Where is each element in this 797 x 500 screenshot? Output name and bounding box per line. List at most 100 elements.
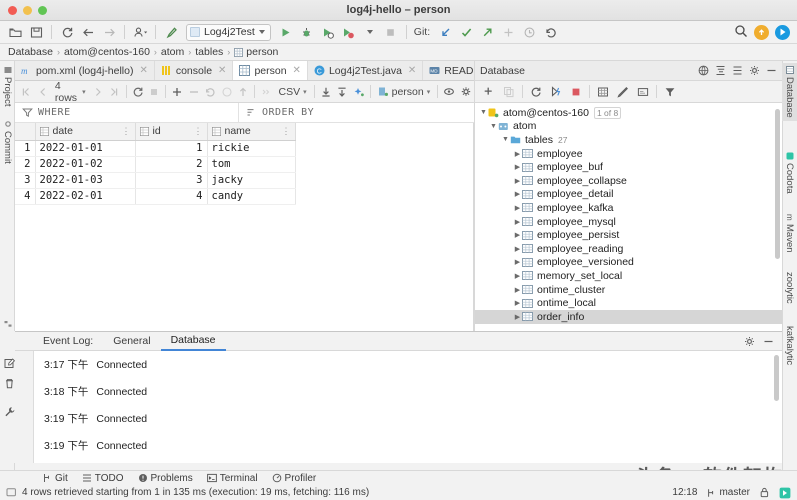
- tree-node-table[interactable]: ▶ employee_mysql: [475, 215, 782, 229]
- chevron-right-icon[interactable]: ▶: [513, 286, 522, 294]
- cell-id[interactable]: 2: [135, 156, 208, 173]
- cell-id[interactable]: 1: [135, 140, 208, 157]
- chevron-right-icon[interactable]: ▶: [513, 231, 522, 239]
- close-icon[interactable]: ✕: [218, 65, 226, 76]
- close-icon[interactable]: ✕: [408, 65, 416, 76]
- chevron-right-icon[interactable]: ▶: [513, 258, 522, 266]
- minus-icon[interactable]: [186, 83, 202, 101]
- run-query-icon[interactable]: [546, 83, 566, 101]
- tree-node-table[interactable]: ▶ employee_reading: [475, 242, 782, 256]
- tree-scrollbar[interactable]: [775, 109, 780, 259]
- eye-icon[interactable]: [441, 83, 457, 101]
- minimize-icon[interactable]: [763, 336, 774, 347]
- clock-icon[interactable]: [519, 23, 539, 42]
- editor-tab-log4j2test-java[interactable]: C Log4j2Test.java ✕: [308, 61, 424, 80]
- run-dropdown-caret[interactable]: [360, 23, 380, 42]
- first-page-icon[interactable]: [18, 83, 34, 101]
- breadcrumb-item-4[interactable]: person: [234, 46, 278, 58]
- hammer-icon[interactable]: [161, 23, 181, 42]
- cell-id[interactable]: 4: [135, 188, 208, 205]
- table-row[interactable]: 2 2022-01-02 2 tom: [15, 156, 296, 173]
- right-tab-kafkalytic[interactable]: kafkalytic: [782, 323, 797, 368]
- log-tab-general[interactable]: General: [103, 332, 160, 351]
- play-icon[interactable]: [276, 23, 296, 42]
- column-menu-icon[interactable]: ⋮: [194, 126, 203, 137]
- sparkle-icon[interactable]: [498, 23, 518, 42]
- last-page-icon[interactable]: [106, 83, 122, 101]
- cell-date[interactable]: 2022-01-03: [35, 172, 136, 189]
- gear-icon[interactable]: [458, 83, 474, 101]
- gear-icon[interactable]: [744, 336, 755, 347]
- submit-icon[interactable]: [218, 83, 234, 101]
- schema-selector[interactable]: person ▾: [374, 86, 435, 98]
- tree-node-tables-folder[interactable]: ▼ tables 27: [475, 133, 782, 147]
- editor-tab-person[interactable]: person ✕: [233, 61, 308, 80]
- run-configuration-selector[interactable]: Log4j2Test: [186, 23, 271, 41]
- filter-icon[interactable]: [660, 83, 680, 101]
- arrow-down-left-icon[interactable]: [435, 23, 455, 42]
- copy-icon[interactable]: [499, 83, 519, 101]
- right-tab-database[interactable]: Database: [782, 63, 797, 121]
- bug-icon[interactable]: [297, 23, 317, 42]
- chevron-down-icon[interactable]: ▼: [479, 109, 488, 116]
- search-icon[interactable]: [734, 24, 748, 41]
- bottom-tab-terminal[interactable]: Terminal: [206, 473, 258, 484]
- chevron-right-icon[interactable]: ▶: [513, 272, 522, 280]
- chevron-right-icon[interactable]: ▶: [513, 204, 522, 212]
- chevron-right-icon[interactable]: ▶: [513, 163, 522, 171]
- prev-page-icon[interactable]: [34, 83, 50, 101]
- tree-node-table[interactable]: ▶ ontime_cluster: [475, 283, 782, 297]
- coverage-icon[interactable]: [318, 23, 338, 42]
- console-icon[interactable]: [633, 83, 653, 101]
- gear-icon[interactable]: [749, 65, 760, 76]
- row-count-selector[interactable]: 4 rows ▾: [51, 80, 90, 104]
- sidebar-item-commit[interactable]: Commit: [0, 117, 15, 167]
- plus-icon[interactable]: [169, 83, 185, 101]
- column-header-id[interactable]: id ⋮: [135, 123, 208, 141]
- cell-name[interactable]: rickie: [207, 140, 296, 157]
- reload-icon[interactable]: [129, 83, 145, 101]
- ai-sparkle-icon[interactable]: [350, 83, 366, 101]
- close-icon[interactable]: ✕: [139, 65, 147, 76]
- column-menu-icon[interactable]: ⋮: [282, 126, 291, 137]
- undo-icon[interactable]: [540, 23, 560, 42]
- status-branch[interactable]: master: [706, 487, 750, 498]
- chevron-right-icon[interactable]: ▶: [513, 177, 522, 185]
- cell-date[interactable]: 2022-01-01: [35, 140, 136, 157]
- cell-id[interactable]: 3: [135, 172, 208, 189]
- tree-node-table[interactable]: ▶ employee: [475, 147, 782, 161]
- column-header-name[interactable]: name ⋮: [207, 123, 296, 141]
- profiler-icon[interactable]: [339, 23, 359, 42]
- table-row[interactable]: 4 2022-02-01 4 candy: [15, 188, 296, 205]
- breadcrumb-item-0[interactable]: Database: [8, 46, 53, 58]
- chevron-down-icon[interactable]: ▼: [501, 136, 510, 143]
- folder-icon[interactable]: [5, 23, 25, 42]
- order-by-filter[interactable]: ORDER BY: [239, 103, 474, 122]
- tree-node-table[interactable]: ▶ employee_detail: [475, 188, 782, 202]
- export-icon[interactable]: [317, 83, 333, 101]
- chevron-right-icon[interactable]: ▶: [513, 190, 522, 198]
- pencil-icon[interactable]: [613, 83, 633, 101]
- column-menu-icon[interactable]: ⋮: [122, 126, 131, 137]
- refresh-icon[interactable]: [57, 23, 77, 42]
- chevron-right-icon[interactable]: ▶: [513, 245, 522, 253]
- table-row[interactable]: 3 2022-01-03 3 jacky: [15, 172, 296, 189]
- where-filter[interactable]: WHERE: [15, 103, 239, 122]
- codota-icon[interactable]: [775, 24, 790, 40]
- cell-name[interactable]: jacky: [207, 172, 296, 189]
- chevron-right-icon[interactable]: ▶: [513, 299, 522, 307]
- refresh-icon[interactable]: [526, 83, 546, 101]
- lock-icon[interactable]: [759, 487, 770, 498]
- tree-node-table[interactable]: ▶ ontime_local: [475, 296, 782, 310]
- import-icon[interactable]: [334, 83, 350, 101]
- editor-tab-console[interactable]: console ✕: [155, 61, 234, 80]
- cell-date[interactable]: 2022-01-02: [35, 156, 136, 173]
- tree-node-datasource[interactable]: ▼ atom@centos-160 1 of 8: [475, 106, 782, 120]
- plus-icon[interactable]: [479, 83, 499, 101]
- breadcrumb-item-2[interactable]: atom: [161, 46, 184, 58]
- expand-all-icon[interactable]: [715, 65, 726, 76]
- stop-icon[interactable]: [381, 23, 401, 42]
- check-icon[interactable]: [456, 23, 476, 42]
- tree-node-table[interactable]: ▶ employee_collapse: [475, 174, 782, 188]
- log-scrollbar[interactable]: [774, 355, 779, 401]
